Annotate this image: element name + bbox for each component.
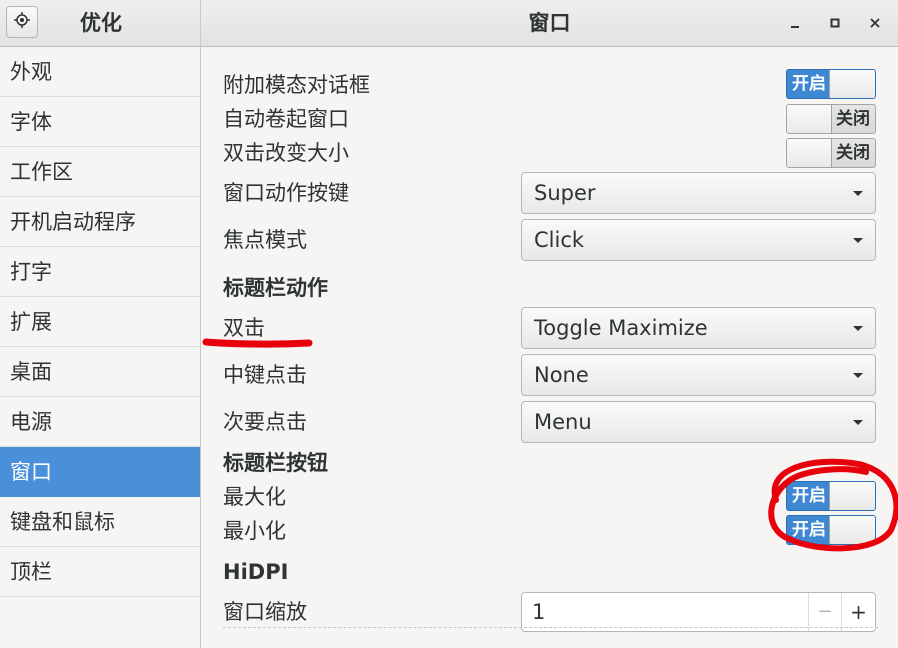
middle-click-dropdown[interactable]: None bbox=[521, 354, 876, 396]
switch-state-text: 开启 bbox=[792, 74, 826, 94]
sidebar-header: 优化 bbox=[0, 0, 200, 47]
double-click-resize-switch[interactable]: 关闭 bbox=[786, 138, 876, 168]
auto-raise-switch[interactable]: 关闭 bbox=[786, 104, 876, 134]
switch-knob bbox=[829, 516, 875, 544]
settings-panel: 附加模态对话框 开启 自动卷起窗口 关闭 双击改变大小 关闭 窗口动作按键 Su… bbox=[201, 47, 898, 648]
double-click-label: 双击 bbox=[223, 316, 265, 340]
chevron-down-icon bbox=[853, 238, 863, 243]
attach-modal-label: 附加模态对话框 bbox=[223, 73, 370, 97]
sidebar-item-desktop[interactable]: 桌面 bbox=[0, 347, 200, 397]
chevron-down-icon bbox=[853, 373, 863, 378]
titlebar-actions-heading: 标题栏动作 bbox=[223, 276, 328, 300]
app-title: 优化 bbox=[80, 11, 122, 35]
switch-state-text: 开启 bbox=[792, 520, 826, 540]
secondary-click-label: 次要点击 bbox=[223, 410, 307, 434]
dropdown-value: None bbox=[534, 363, 589, 387]
maximize-button-switch[interactable]: 开启 bbox=[786, 481, 876, 511]
dropdown-value: Super bbox=[534, 181, 596, 205]
focus-mode-dropdown[interactable]: Click bbox=[521, 219, 876, 261]
switch-state-text: 关闭 bbox=[836, 143, 870, 163]
maximize-icon bbox=[830, 18, 840, 28]
action-key-label: 窗口动作按键 bbox=[223, 181, 349, 205]
dropdown-value: Toggle Maximize bbox=[534, 316, 708, 340]
sidebar-item-workspaces[interactable]: 工作区 bbox=[0, 147, 200, 197]
minimize-icon bbox=[791, 26, 799, 28]
window-scale-spinbutton[interactable]: 1 − + bbox=[521, 592, 876, 632]
secondary-click-dropdown[interactable]: Menu bbox=[521, 401, 876, 443]
minimize-button-switch[interactable]: 开启 bbox=[786, 515, 876, 545]
close-icon bbox=[870, 18, 880, 28]
maximize-button-label: 最大化 bbox=[223, 485, 286, 509]
double-click-dropdown[interactable]: Toggle Maximize bbox=[521, 307, 876, 349]
close-window-button[interactable] bbox=[864, 12, 886, 34]
focus-mode-label: 焦点模式 bbox=[223, 228, 307, 252]
auto-raise-label: 自动卷起窗口 bbox=[223, 107, 349, 131]
hidpi-heading: HiDPI bbox=[223, 560, 289, 584]
sidebar-item-typing[interactable]: 打字 bbox=[0, 247, 200, 297]
switch-state-text: 关闭 bbox=[836, 109, 870, 129]
chevron-down-icon bbox=[853, 326, 863, 331]
sidebar-item-windows[interactable]: 窗口 bbox=[0, 447, 200, 497]
action-key-dropdown[interactable]: Super bbox=[521, 172, 876, 214]
switch-knob bbox=[829, 70, 875, 98]
switch-knob bbox=[829, 482, 875, 510]
switch-state-text: 开启 bbox=[792, 486, 826, 506]
menu-button[interactable] bbox=[6, 6, 38, 38]
attach-modal-switch[interactable]: 开启 bbox=[786, 69, 876, 99]
switch-knob bbox=[787, 105, 832, 133]
decrement-button[interactable]: − bbox=[808, 593, 841, 631]
sidebar: 外观 字体 工作区 开机启动程序 打字 扩展 桌面 电源 窗口 键盘和鼠标 顶栏 bbox=[0, 47, 200, 648]
dropdown-value: Click bbox=[534, 228, 585, 252]
middle-click-label: 中键点击 bbox=[223, 363, 307, 387]
sidebar-item-extensions[interactable]: 扩展 bbox=[0, 297, 200, 347]
minimize-window-button[interactable] bbox=[784, 12, 806, 34]
titlebar-buttons-heading: 标题栏按钮 bbox=[223, 451, 328, 475]
window-scale-input[interactable]: 1 bbox=[532, 593, 545, 631]
chevron-down-icon bbox=[853, 420, 863, 425]
sidebar-item-fonts[interactable]: 字体 bbox=[0, 97, 200, 147]
tweaks-window: 优化 窗口 外观 字体 工作区 开机启动程序 打字 扩展 桌面 电源 窗口 键盘… bbox=[0, 0, 898, 648]
content-header: 窗口 bbox=[201, 0, 898, 47]
sidebar-item-appearance[interactable]: 外观 bbox=[0, 47, 200, 97]
chevron-down-icon bbox=[853, 191, 863, 196]
sidebar-item-power[interactable]: 电源 bbox=[0, 397, 200, 447]
gear-icon bbox=[13, 11, 31, 33]
increment-button[interactable]: + bbox=[841, 593, 875, 631]
sidebar-item-startup-apps[interactable]: 开机启动程序 bbox=[0, 197, 200, 247]
scroll-edge-divider bbox=[223, 627, 878, 628]
sidebar-item-keyboard-mouse[interactable]: 键盘和鼠标 bbox=[0, 497, 200, 547]
sidebar-item-top-bar[interactable]: 顶栏 bbox=[0, 547, 200, 597]
double-click-resize-label: 双击改变大小 bbox=[223, 141, 349, 165]
minimize-button-label: 最小化 bbox=[223, 519, 286, 543]
window-scale-label: 窗口缩放 bbox=[223, 600, 307, 624]
maximize-window-button[interactable] bbox=[824, 12, 846, 34]
dropdown-value: Menu bbox=[534, 410, 592, 434]
switch-knob bbox=[787, 139, 832, 167]
